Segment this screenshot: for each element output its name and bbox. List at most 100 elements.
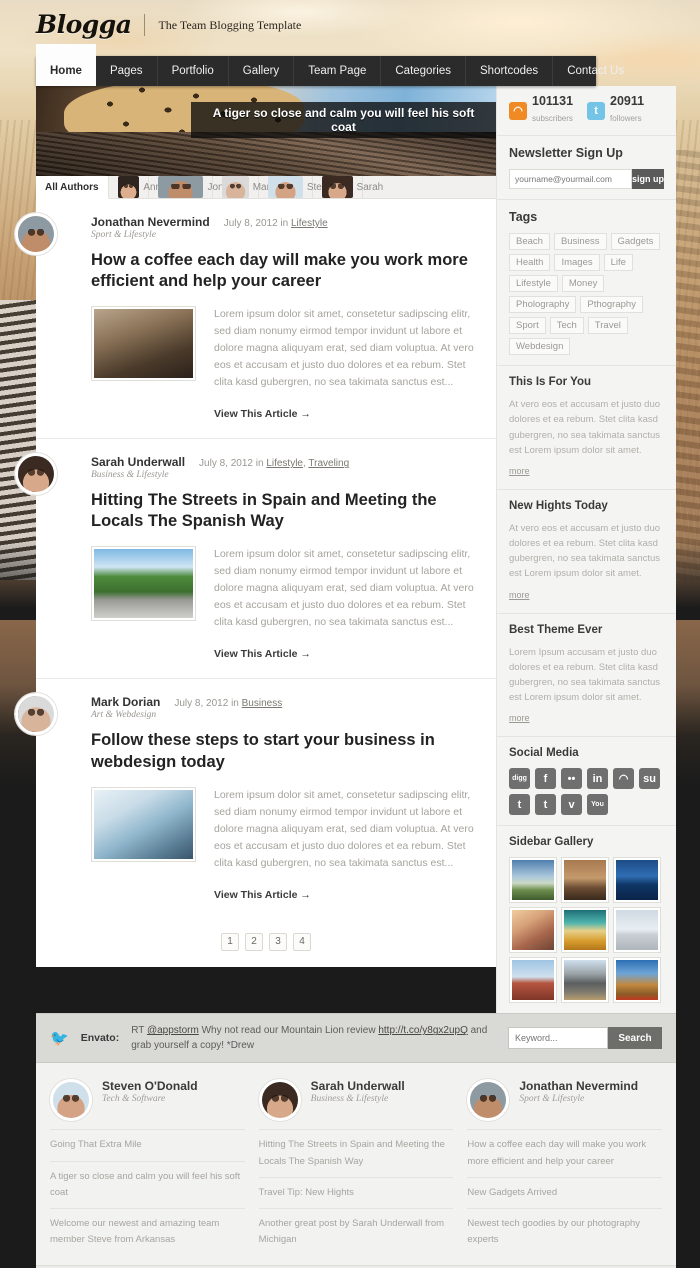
post-read-more-link[interactable]: View This Article →	[214, 648, 474, 660]
tag-lifestyle[interactable]: Lifestyle	[509, 275, 558, 293]
post-thumbnail[interactable]	[91, 786, 196, 862]
widget-more-link[interactable]: more	[509, 466, 530, 476]
footer-author-name[interactable]: Sarah Underwall	[311, 1079, 405, 1093]
post-author-name[interactable]: Jonathan Nevermind	[91, 215, 210, 229]
tag-images[interactable]: Images	[554, 254, 600, 272]
tag-health[interactable]: Health	[509, 254, 551, 272]
gallery-thumbnail[interactable]	[561, 907, 609, 954]
footer-post-link[interactable]: How a coffee each day will make you work…	[467, 1129, 663, 1176]
search-button[interactable]: Search	[608, 1027, 662, 1050]
footer-author-avatar[interactable]	[467, 1079, 510, 1122]
linkedin-icon[interactable]: in	[587, 768, 608, 790]
youtube-icon[interactable]: You	[587, 794, 608, 816]
tag-life[interactable]: Life	[603, 254, 633, 272]
widget-more-link[interactable]: more	[509, 590, 530, 600]
tag-money[interactable]: Money	[561, 275, 605, 293]
gallery-thumbnail[interactable]	[509, 857, 557, 904]
facebook-icon[interactable]: f	[535, 768, 556, 790]
pagination-page-2[interactable]: 2	[245, 932, 263, 951]
author-tab-mark[interactable]: Mark	[213, 176, 275, 198]
author-tab-steven[interactable]: Steven	[259, 176, 338, 198]
post-author-name[interactable]: Sarah Underwall	[91, 455, 185, 469]
author-tab-ann[interactable]: Ann	[109, 176, 161, 198]
nav-item-categories[interactable]: Categories	[381, 56, 466, 86]
widget-title: This Is For You	[509, 376, 591, 389]
nav-item-contact-us[interactable]: Contact Us	[553, 56, 638, 86]
post-category-link[interactable]: Lifestyle	[266, 458, 303, 469]
nav-item-home[interactable]: Home	[36, 44, 96, 86]
tumblr-icon[interactable]: t	[509, 794, 530, 816]
tweet-handle-link[interactable]: @appstorm	[147, 1025, 199, 1036]
post-author-avatar[interactable]	[15, 693, 57, 736]
gallery-thumbnail[interactable]	[613, 907, 661, 954]
footer-author-avatar[interactable]	[258, 1079, 301, 1122]
footer-author-avatar[interactable]	[50, 1079, 92, 1122]
newsletter-signup-button[interactable]: sign up	[632, 169, 664, 190]
tag-webdesign[interactable]: Webdesign	[509, 338, 571, 356]
post-title[interactable]: Hitting The Streets in Spain and Meeting…	[63, 490, 474, 532]
footer-post-link[interactable]: Another great post by Sarah Underwall fr…	[258, 1207, 454, 1255]
tag-gadgets[interactable]: Gadgets	[610, 233, 661, 251]
digg-icon[interactable]: digg	[509, 768, 530, 790]
nav-item-gallery[interactable]: Gallery	[229, 56, 295, 86]
search-input[interactable]	[508, 1027, 608, 1050]
newsletter-email-input[interactable]	[509, 169, 632, 190]
post-title[interactable]: Follow these steps to start your busines…	[63, 730, 474, 772]
pagination-page-1[interactable]: 1	[221, 932, 239, 951]
footer-post-link[interactable]: Welcome our newest and amazing team memb…	[50, 1207, 245, 1255]
post-read-more-link[interactable]: View This Article →	[214, 889, 474, 901]
tag-beach[interactable]: Beach	[509, 233, 550, 251]
tweet-url-link[interactable]: http://t.co/y8gx2upQ	[378, 1025, 468, 1036]
footer-post-link[interactable]: Hitting The Streets in Spain and Meeting…	[258, 1129, 454, 1176]
widget-more-link[interactable]: more	[509, 713, 530, 723]
nav-item-team-page[interactable]: Team Page	[294, 56, 382, 86]
post-read-more-link[interactable]: View This Article →	[214, 408, 474, 420]
tag-business[interactable]: Business	[553, 233, 607, 251]
nav-item-pages[interactable]: Pages	[96, 56, 158, 86]
author-tab-sarah[interactable]: Sarah	[313, 176, 383, 198]
nav-item-shortcodes[interactable]: Shortcodes	[466, 56, 554, 86]
nav-item-portfolio[interactable]: Portfolio	[158, 56, 229, 86]
gallery-thumbnail[interactable]	[509, 957, 557, 1004]
rss-icon[interactable]: ◠	[613, 768, 634, 790]
gallery-thumbnail[interactable]	[561, 857, 609, 904]
pagination-page-4[interactable]: 4	[293, 932, 311, 951]
post-author-name[interactable]: Mark Dorian	[91, 695, 160, 709]
gallery-thumbnail[interactable]	[613, 857, 661, 904]
post-category-link[interactable]: Lifestyle	[291, 218, 328, 229]
tag-sport[interactable]: Sport	[509, 317, 546, 335]
tag-tech[interactable]: Tech	[549, 317, 584, 335]
footer-post-link[interactable]: Travel Tip: New Hights	[258, 1176, 454, 1208]
footer-post-link[interactable]: A tiger so close and calm you will feel …	[50, 1160, 245, 1208]
gallery-thumbnail[interactable]	[509, 907, 557, 954]
footer-author-name[interactable]: Jonathan Nevermind	[519, 1079, 638, 1093]
site-logo[interactable]: Blogga	[36, 12, 132, 37]
post-category-link[interactable]: Traveling	[308, 458, 349, 469]
counter-rss[interactable]: ◠ 101131 subscribers	[509, 94, 573, 126]
post-title[interactable]: How a coffee each day will make you work…	[63, 250, 474, 292]
post-author-avatar[interactable]	[15, 213, 57, 255]
flickr-icon[interactable]: ••	[561, 768, 582, 790]
tag-pholography[interactable]: Pholography	[509, 296, 577, 314]
gallery-thumbnail[interactable]	[561, 957, 609, 1004]
footer-author-name[interactable]: Steven O'Donald	[102, 1079, 198, 1093]
post-thumbnail[interactable]	[91, 546, 196, 622]
footer-post-link[interactable]: Newest tech goodies by our photography e…	[467, 1207, 663, 1255]
pagination-page-3[interactable]: 3	[269, 932, 287, 951]
author-tab-all-authors[interactable]: All Authors	[36, 176, 109, 199]
twitter-icon[interactable]: t	[535, 794, 556, 816]
sidebar-text-widgets: This Is For You At vero eos et accusam et…	[497, 366, 676, 738]
tag-travel[interactable]: Travel	[587, 317, 628, 335]
gallery-thumbnail[interactable]	[613, 957, 661, 1004]
post-category-link[interactable]: Business	[242, 698, 283, 709]
post-author-avatar[interactable]	[15, 453, 57, 496]
post-thumbnail[interactable]	[91, 306, 196, 382]
stumbleupon-icon[interactable]: su	[639, 768, 660, 790]
footer-post-link[interactable]: New Gadgets Arrived	[467, 1176, 663, 1208]
footer-post-link[interactable]: Going That Extra Mile	[50, 1129, 245, 1160]
vimeo-icon[interactable]: v	[561, 794, 582, 816]
tag-pthography[interactable]: Pthography	[580, 296, 643, 314]
counter-twitter[interactable]: t 20911 followers	[587, 94, 644, 126]
featured-slider[interactable]: A tiger so close and calm you will feel …	[36, 86, 496, 176]
author-tab-jonathan[interactable]: Jonathan	[149, 176, 249, 198]
